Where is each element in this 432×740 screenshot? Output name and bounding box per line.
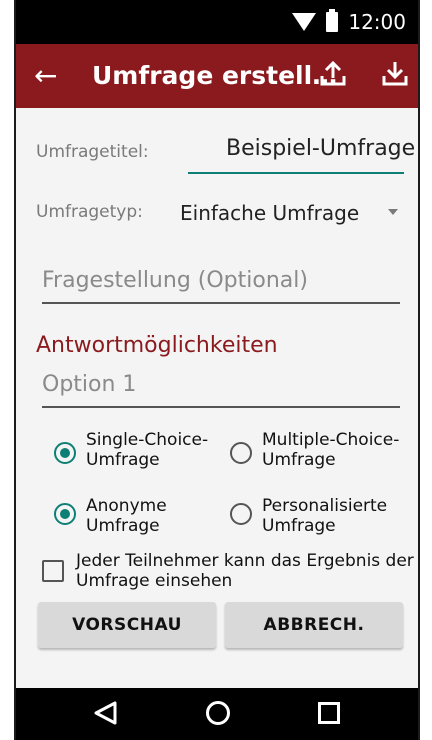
- survey-type-label: Umfragetyp:: [36, 202, 143, 222]
- right-frame: [418, 0, 432, 740]
- status-icons: 12:00: [292, 9, 406, 34]
- content-area: Umfragetitel: Beispiel-Umfrage Umfragety…: [16, 108, 418, 688]
- survey-title-input[interactable]: Beispiel-Umfrage: [226, 136, 415, 162]
- status-time: 12:00: [348, 10, 406, 34]
- app-bar: ← Umfrage erstell…: [16, 44, 418, 108]
- personalized-radio[interactable]: [230, 503, 252, 525]
- dropdown-arrow-icon[interactable]: [388, 209, 398, 215]
- single-choice-label: Single-Choice- Umfrage: [86, 430, 209, 470]
- anonymous-label: Anonyme Umfrage: [86, 496, 167, 536]
- wifi-icon: [292, 13, 317, 31]
- personalized-label: Personalisierte Umfrage: [262, 496, 388, 536]
- preview-button[interactable]: VORSCHAU: [38, 602, 216, 648]
- anonymous-radio[interactable]: [54, 503, 76, 525]
- results-visibility-label: Jeder Teilnehmer kann das Ergebnis der U…: [76, 551, 414, 591]
- nav-recent-apps-icon[interactable]: [318, 702, 340, 724]
- results-visibility-checkbox[interactable]: [42, 560, 64, 582]
- nav-back-icon[interactable]: [93, 700, 119, 726]
- survey-type-select[interactable]: Einfache Umfrage: [180, 200, 359, 226]
- multiple-choice-label: Multiple-Choice- Umfrage: [262, 430, 400, 470]
- single-choice-radio[interactable]: [54, 442, 76, 464]
- navigation-bar: [16, 688, 418, 740]
- survey-title-label: Umfragetitel:: [36, 142, 149, 162]
- cancel-button[interactable]: ABBRECH.: [225, 602, 403, 648]
- page-title: Umfrage erstell…: [92, 61, 338, 90]
- option1-input[interactable]: Option 1: [42, 372, 136, 398]
- option1-underline: [42, 406, 400, 408]
- phone-screen: 12:00 ← Umfrage erstell… Umfragetitel: B…: [16, 0, 418, 740]
- nav-home-icon[interactable]: [206, 701, 230, 725]
- download-icon[interactable]: [378, 58, 412, 92]
- upload-icon[interactable]: [316, 58, 350, 92]
- survey-title-underline: [188, 172, 404, 174]
- battery-icon: [326, 9, 339, 32]
- question-underline: [42, 302, 400, 304]
- left-frame: [0, 0, 16, 740]
- question-input[interactable]: Fragestellung (Optional): [42, 268, 308, 294]
- back-arrow-icon[interactable]: ←: [34, 60, 57, 92]
- status-bar: 12:00: [16, 0, 418, 44]
- answers-heading: Antwortmöglichkeiten: [36, 333, 278, 358]
- multiple-choice-radio[interactable]: [230, 442, 252, 464]
